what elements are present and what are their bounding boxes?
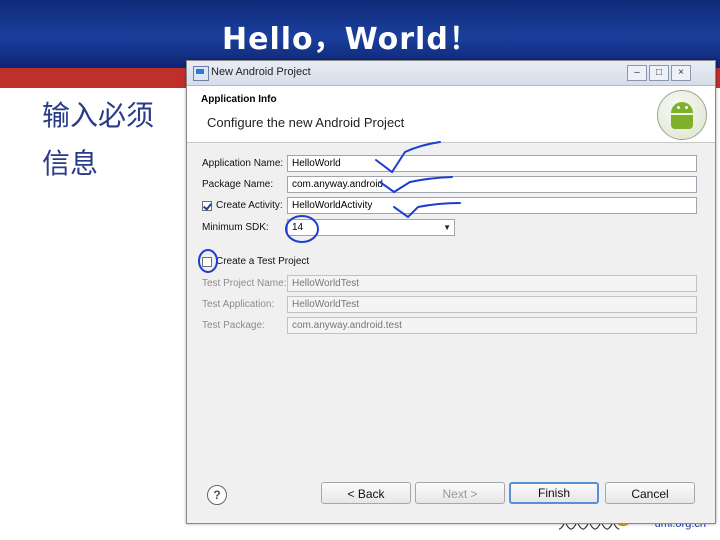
wizard-button-bar: ? < Back Next > Finish Cancel	[187, 477, 715, 521]
combo-arrow-icon[interactable]: ▼	[443, 220, 451, 235]
close-icon[interactable]: ×	[671, 65, 691, 81]
finish-button[interactable]: Finish	[509, 482, 599, 504]
test-project-name-label: Test Project Name:	[202, 278, 287, 289]
min-sdk-combo[interactable]: 14 ▼	[287, 219, 455, 236]
android-eye-right	[685, 106, 688, 109]
dialog-titlebar[interactable]: New Android Project – □ ×	[187, 61, 715, 86]
android-body-shape	[671, 115, 693, 129]
note-line-1: 输入必须	[42, 99, 155, 132]
android-head-shape	[671, 102, 693, 113]
package-name-input[interactable]: com.anyway.android	[287, 176, 697, 193]
instruction-note: 输入必须 信息	[42, 92, 154, 188]
banner-description: Configure the new Android Project	[207, 115, 405, 130]
create-activity-checkbox[interactable]	[202, 201, 212, 211]
wizard-banner: Application Info Configure the new Andro…	[187, 86, 715, 143]
cancel-button[interactable]: Cancel	[605, 482, 695, 504]
maximize-icon[interactable]: □	[649, 65, 669, 81]
help-icon[interactable]: ?	[207, 485, 227, 505]
android-logo	[657, 90, 707, 140]
create-activity-label: Create Activity:	[216, 200, 283, 211]
test-application-label: Test Application:	[202, 299, 275, 310]
app-name-label: Application Name:	[202, 158, 284, 169]
app-name-input[interactable]: HelloWorld	[287, 155, 697, 172]
test-package-label: Test Package:	[202, 320, 265, 331]
back-button[interactable]: < Back	[321, 482, 411, 504]
test-package-input: com.anyway.android.test	[287, 317, 697, 334]
slide-title: Hello，World！	[222, 22, 480, 57]
dialog-title: New Android Project	[211, 66, 311, 78]
create-test-label: Create a Test Project	[216, 256, 310, 267]
package-name-label: Package Name:	[202, 179, 274, 190]
min-sdk-value: 14	[292, 222, 304, 233]
next-button[interactable]: Next >	[415, 482, 505, 504]
test-project-name-input: HelloWorldTest	[287, 275, 697, 292]
min-sdk-label: Minimum SDK:	[202, 222, 269, 233]
android-eye-left	[677, 106, 680, 109]
activity-name-input[interactable]: HelloWorldActivity	[287, 197, 697, 214]
banner-title: Application Info	[201, 94, 277, 105]
create-test-checkbox[interactable]	[202, 257, 212, 267]
new-android-project-dialog: New Android Project – □ × Application In…	[186, 60, 716, 524]
test-application-input: HelloWorldTest	[287, 296, 697, 313]
minimize-icon[interactable]: –	[627, 65, 647, 81]
window-icon	[193, 66, 209, 81]
note-line-2: 信息	[42, 147, 99, 180]
